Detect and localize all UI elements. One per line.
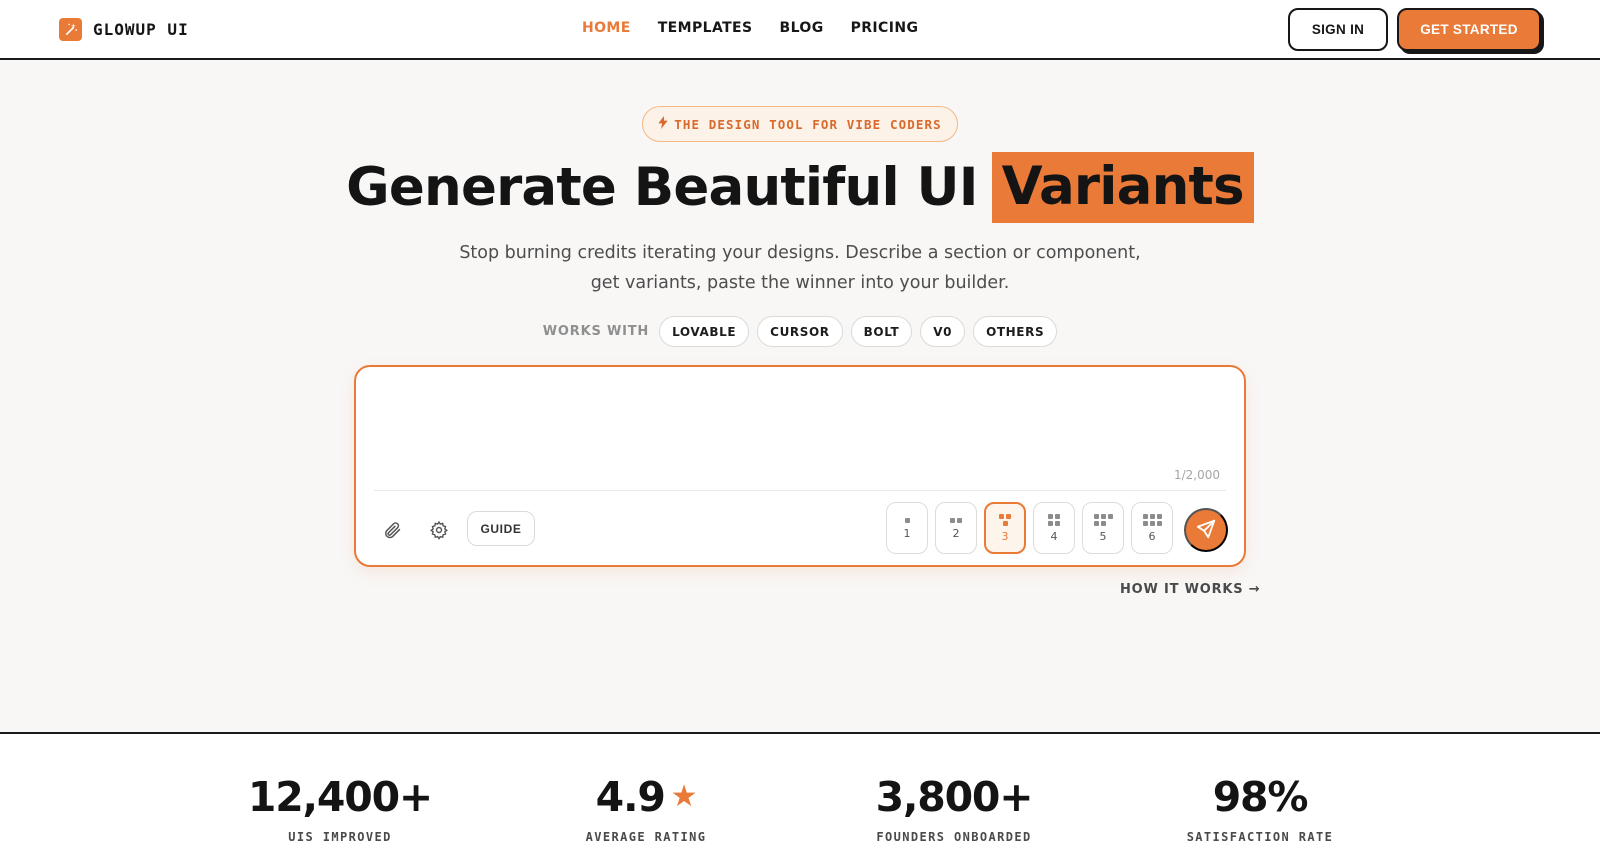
- hero-title-main: Generate Beautiful UI: [346, 157, 978, 218]
- stat-number: 12,400+: [247, 773, 433, 821]
- stat-average-rating: 4.9 ★ AVERAGE RATING: [496, 772, 796, 844]
- send-button[interactable]: [1184, 508, 1228, 552]
- grid-3-icon: [999, 514, 1011, 526]
- grid-5-icon: [1093, 514, 1113, 526]
- grid-1-icon: [904, 517, 910, 523]
- grid-2-icon: [950, 517, 962, 523]
- chip-cursor[interactable]: CURSOR: [757, 316, 843, 347]
- variant-count-label: 4: [1050, 530, 1058, 543]
- sign-in-button[interactable]: SIGN IN: [1288, 8, 1388, 51]
- gear-icon[interactable]: [425, 516, 453, 544]
- stat-value: 12,400+: [190, 772, 490, 822]
- stat-value: 98%: [1110, 772, 1410, 822]
- hero-title: Generate Beautiful UI Variants: [0, 152, 1600, 223]
- variant-count-label: 1: [903, 526, 911, 540]
- stat-value: 4.9 ★: [496, 772, 796, 822]
- variant-count-5[interactable]: 5: [1082, 502, 1124, 554]
- works-with-label: WORKS WITH: [542, 324, 650, 339]
- nav-home[interactable]: HOME: [582, 20, 631, 36]
- variant-count-label: 6: [1148, 530, 1156, 543]
- stat-satisfaction-rate: 98% SATISFACTION RATE: [1110, 772, 1410, 844]
- hero-tag: THE DESIGN TOOL FOR VIBE CODERS: [642, 106, 958, 142]
- variant-count-1[interactable]: 1: [886, 502, 928, 554]
- hero-title-highlight: Variants: [991, 152, 1254, 223]
- grid-4-icon: [1048, 514, 1060, 526]
- hero-tag-text: THE DESIGN TOOL FOR VIBE CODERS: [674, 116, 942, 132]
- stat-number: 98%: [1212, 773, 1309, 821]
- stat-value: 3,800+: [804, 772, 1104, 822]
- chip-bolt[interactable]: BOLT: [850, 316, 913, 347]
- hero-subtitle-line-1: Stop burning credits iterating your desi…: [459, 243, 1141, 263]
- stat-uis-improved: 12,400+ UIS IMPROVED: [190, 772, 490, 844]
- variant-count-6[interactable]: 6: [1131, 502, 1173, 554]
- star-icon: ★: [670, 779, 698, 814]
- brand-logo[interactable]: GLOWUP UI: [59, 18, 189, 41]
- main-nav: HOME TEMPLATES BLOG PRICING: [582, 20, 918, 36]
- hero-subtitle: Stop burning credits iterating your desi…: [400, 238, 1200, 298]
- works-with-row: WORKS WITH LOVABLE CURSOR BOLT V0 OTHERS: [0, 316, 1600, 347]
- prompt-box: 1/2,000 GUIDE 1 2 3 4 5 6: [354, 365, 1246, 567]
- magic-wand-icon: [59, 18, 82, 41]
- variant-count-label: 2: [952, 526, 960, 540]
- guide-button[interactable]: GUIDE: [467, 511, 535, 546]
- get-started-button[interactable]: GET STARTED: [1397, 8, 1541, 51]
- chip-lovable[interactable]: LOVABLE: [659, 316, 750, 347]
- character-counter: 1/2,000: [1173, 468, 1220, 482]
- stat-number: 4.9: [595, 773, 666, 821]
- nav-blog[interactable]: BLOG: [780, 20, 824, 36]
- prompt-divider: [374, 490, 1226, 491]
- variant-count-label: 5: [1099, 530, 1107, 543]
- paperclip-icon[interactable]: [378, 516, 406, 544]
- chip-v0[interactable]: V0: [920, 316, 966, 347]
- prompt-input[interactable]: [372, 381, 1226, 479]
- stat-label: SATISFACTION RATE: [1186, 830, 1334, 844]
- variant-count-4[interactable]: 4: [1033, 502, 1075, 554]
- brand-name: GLOWUP UI: [93, 20, 189, 39]
- chip-others[interactable]: OTHERS: [973, 316, 1058, 347]
- lightning-icon: [658, 116, 668, 132]
- hero-subtitle-line-2: get variants, paste the winner into your…: [590, 273, 1010, 293]
- stat-label: AVERAGE RATING: [585, 830, 707, 844]
- top-navbar: GLOWUP UI HOME TEMPLATES BLOG PRICING SI…: [0, 0, 1600, 60]
- send-icon: [1195, 518, 1217, 543]
- nav-templates[interactable]: TEMPLATES: [658, 20, 753, 36]
- nav-pricing[interactable]: PRICING: [851, 20, 919, 36]
- stat-label: FOUNDERS ONBOARDED: [876, 830, 1032, 844]
- variant-count-label: 3: [1001, 530, 1009, 543]
- how-it-works-link[interactable]: HOW IT WORKS →: [1120, 582, 1260, 597]
- variant-count-3[interactable]: 3: [984, 502, 1026, 554]
- stat-number: 3,800+: [875, 773, 1034, 821]
- stat-label: UIS IMPROVED: [288, 830, 392, 844]
- variant-count-2[interactable]: 2: [935, 502, 977, 554]
- stat-founders-onboarded: 3,800+ FOUNDERS ONBOARDED: [804, 772, 1104, 844]
- stats-strip: 12,400+ UIS IMPROVED 4.9 ★ AVERAGE RATIN…: [0, 732, 1600, 864]
- grid-6-icon: [1142, 514, 1162, 526]
